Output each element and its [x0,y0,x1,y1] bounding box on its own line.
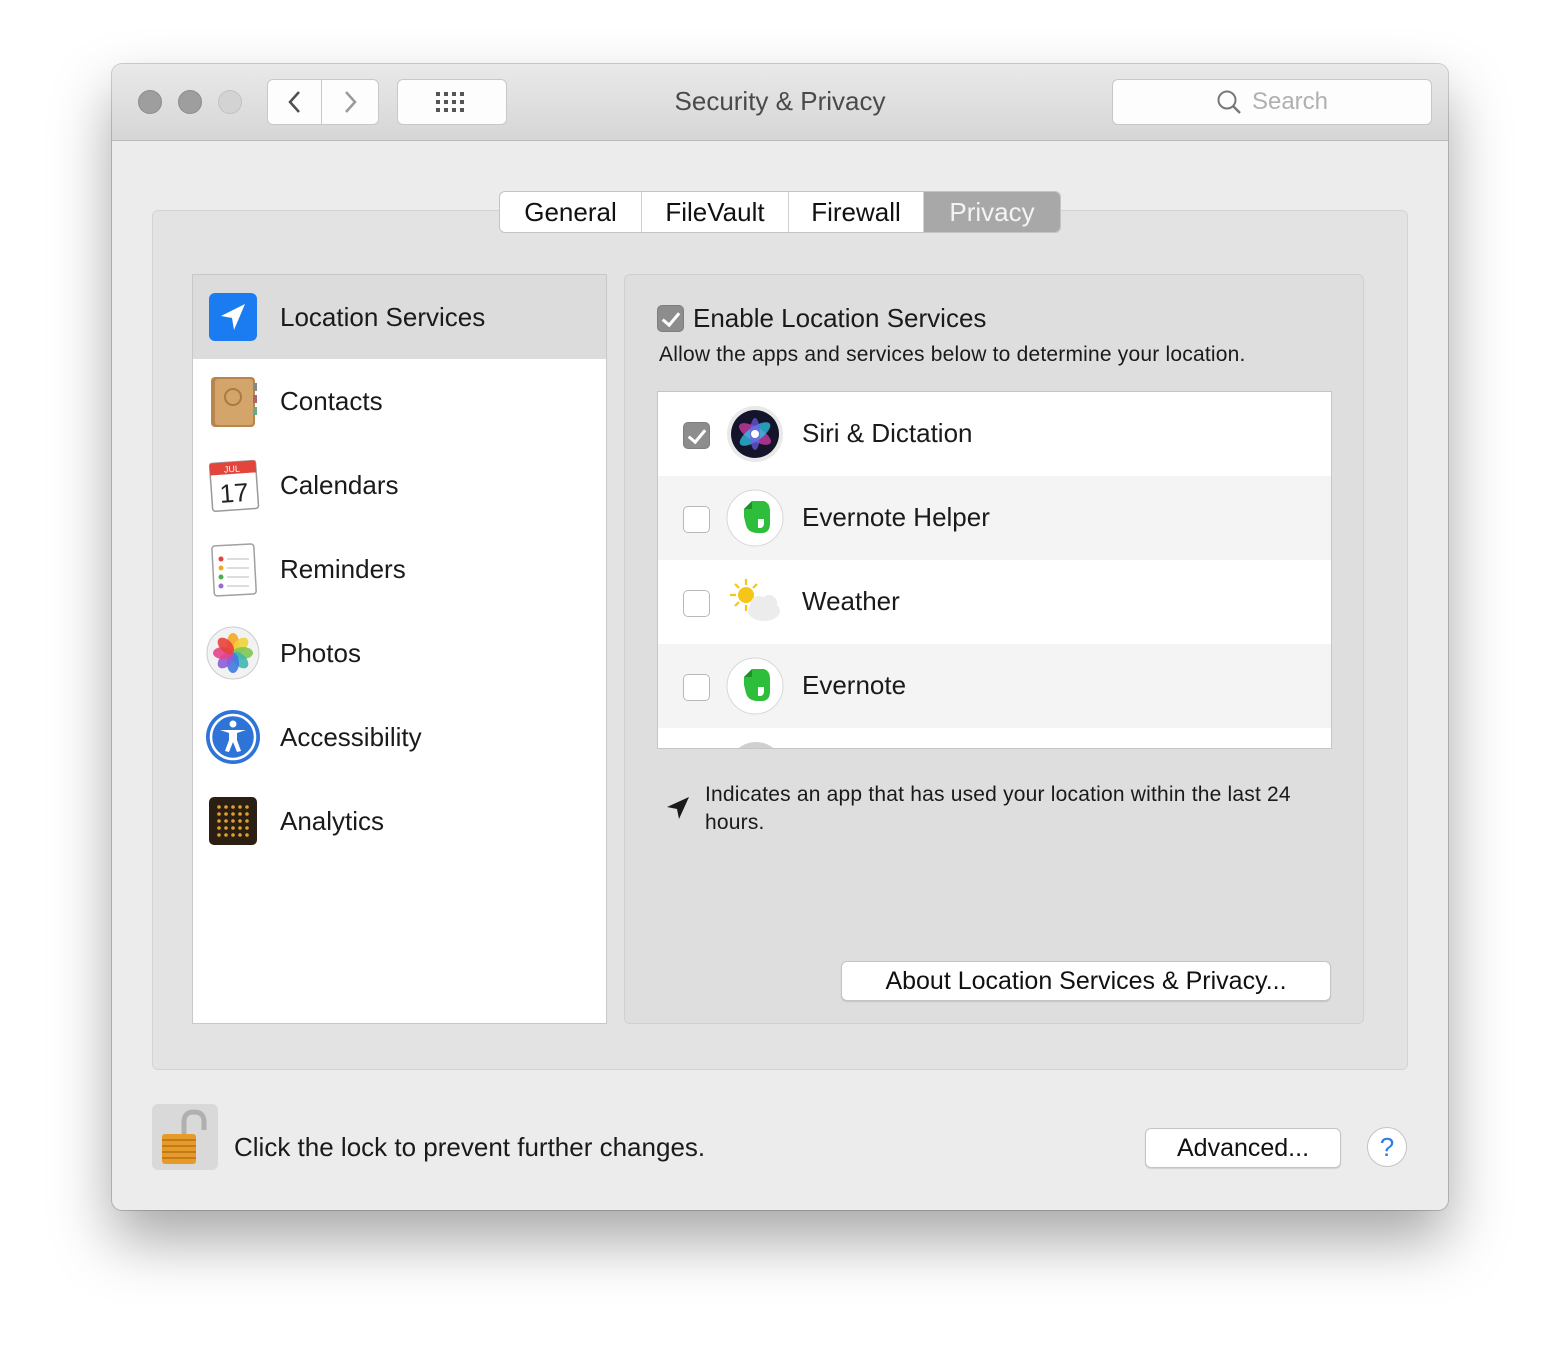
app-name: Weather [802,586,900,616]
app-checkbox[interactable] [683,590,710,617]
app-name: Evernote Helper [802,502,990,532]
list-item[interactable]: Weather [658,560,1331,644]
app-name: Siri & Dictation [802,418,973,448]
sidebar-item-accessibility[interactable]: Accessibility [193,695,606,779]
calendar-icon: JUL 17 [208,459,260,513]
sidebar-item-location-services[interactable]: Location Services [193,275,606,359]
sidebar-item-reminders[interactable]: Reminders [193,527,606,611]
evernote-elephant-icon [726,657,784,715]
sidebar-item-label: Accessibility [280,721,422,752]
contacts-book-icon [211,377,257,427]
privacy-category-list: Location Services Contacts JUL 17 Calend… [192,274,607,1024]
sidebar-item-label: Reminders [280,553,406,584]
siri-icon [727,406,783,462]
search-field[interactable]: Search [1112,79,1432,125]
sidebar-item-photos[interactable]: Photos [193,611,606,695]
settings-window: Security & Privacy Search General FileVa… [112,64,1448,1210]
sidebar-item-label: Calendars [280,469,399,500]
tab-filevault[interactable]: FileVault [642,192,789,232]
search-icon [1217,90,1241,114]
advanced-button[interactable]: Advanced... [1145,1128,1341,1168]
search-placeholder: Search [1251,88,1329,115]
title-bar: Security & Privacy Search [112,64,1448,141]
lock-status-text: Click the lock to prevent further change… [234,1132,706,1162]
calendar-day: 17 [219,477,250,509]
weather-sun-cloud-icon [730,579,780,621]
app-checkbox[interactable] [683,422,710,449]
tab-general[interactable]: General [500,192,642,232]
tab-firewall[interactable]: Firewall [789,192,924,232]
photos-flower-icon [206,626,260,680]
enable-location-checkbox[interactable] [657,305,684,332]
sidebar-item-contacts[interactable]: Contacts [193,359,606,443]
location-description: Allow the apps and services below to det… [659,343,1246,366]
tab-privacy[interactable]: Privacy [924,192,1060,232]
app-checkbox[interactable] [683,506,710,533]
reminders-list-icon [211,543,257,597]
analytics-dots-icon [209,797,257,845]
lock-button[interactable] [152,1104,218,1170]
unlocked-padlock-icon [162,1109,207,1164]
location-usage-note: Indicates an app that has used your loca… [705,783,1291,834]
location-arrow-icon [667,797,689,819]
list-item[interactable]: Evernote [658,644,1331,728]
app-icon-partial [728,742,784,748]
sidebar-item-calendars[interactable]: JUL 17 Calendars [193,443,606,527]
accessibility-person-icon [206,710,260,764]
app-checkbox[interactable] [683,674,710,701]
app-name: Evernote [802,670,907,700]
location-services-panel: Enable Location Services Allow the apps … [624,274,1364,1024]
calendar-month: JUL [224,463,241,474]
about-location-privacy-button[interactable]: About Location Services & Privacy... [841,961,1331,1001]
location-arrow-icon [209,293,257,341]
tab-bar: General FileVault Firewall Privacy [499,191,1061,233]
evernote-elephant-icon [726,489,784,547]
app-list[interactable]: Siri & Dictation Evernote Helper Weather… [657,391,1332,749]
sidebar-item-label: Analytics [280,805,385,836]
sidebar-item-label: Photos [280,637,361,668]
sidebar-item-label: Location Services [280,301,486,332]
help-button[interactable]: ? [1367,1127,1407,1167]
list-item[interactable]: Evernote Helper [658,476,1331,560]
sidebar-item-analytics[interactable]: Analytics [193,779,606,863]
sidebar-item-label: Contacts [280,385,383,416]
list-item[interactable]: Siri & Dictation [658,392,1331,476]
enable-location-label: Enable Location Services [693,303,987,333]
list-item-partial [658,728,1331,748]
